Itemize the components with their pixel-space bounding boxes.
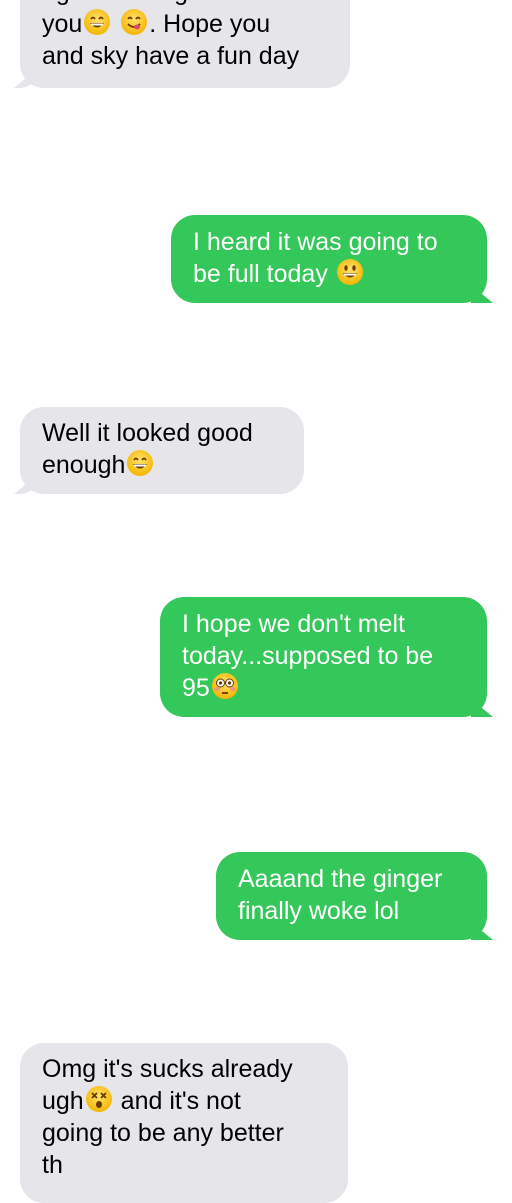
grinning-face-with-smiling-eyes-icon: [127, 450, 154, 476]
message-bubble-incoming[interactable]: ng and thought of you . Hope you and sky…: [20, 0, 350, 88]
message-text-line: ng and thought of: [42, 0, 328, 8]
message-text-line: Well it looked good: [42, 419, 253, 447]
message-text-line: th: [42, 1151, 63, 1179]
message-text-line: I hope we don't melt: [182, 610, 405, 638]
message-text: . Hope you: [149, 10, 271, 38]
face-savoring-food-icon: [121, 9, 148, 35]
message-text-line: Aaaand the ginger: [238, 865, 443, 893]
message-text: you: [42, 10, 83, 38]
message-text: ugh: [42, 1087, 84, 1115]
message-bubble-incoming[interactable]: Omg it's sucks already ugh and it's not …: [20, 1043, 348, 1203]
grinning-face-with-big-eyes-icon: [336, 259, 363, 285]
flushed-face-icon: [211, 673, 238, 699]
grinning-face-with-smiling-eyes-icon: [84, 9, 111, 35]
message-text-line: Omg it's sucks already: [42, 1055, 293, 1083]
message-text: enough: [42, 451, 126, 479]
message-bubble-outgoing[interactable]: I hope we don't melt today...supposed to…: [160, 597, 487, 717]
message-text: 95: [182, 674, 210, 702]
dizzy-face-icon: [85, 1086, 112, 1112]
message-text-line: and sky have a fun day: [42, 42, 300, 70]
message-bubble-incoming[interactable]: Well it looked good enough: [20, 407, 304, 494]
message-text-line: I heard it was going to: [193, 228, 438, 256]
message-text: and it's not: [120, 1087, 241, 1115]
message-text-line: finally woke lol: [238, 897, 400, 925]
message-text: be full today: [193, 260, 328, 288]
message-bubble-outgoing[interactable]: I heard it was going to be full today: [171, 215, 487, 303]
message-text-line: going to be any better: [42, 1119, 284, 1147]
message-text-line: today...supposed to be: [182, 642, 434, 670]
message-bubble-outgoing[interactable]: Aaaand the ginger finally woke lol: [216, 852, 487, 940]
